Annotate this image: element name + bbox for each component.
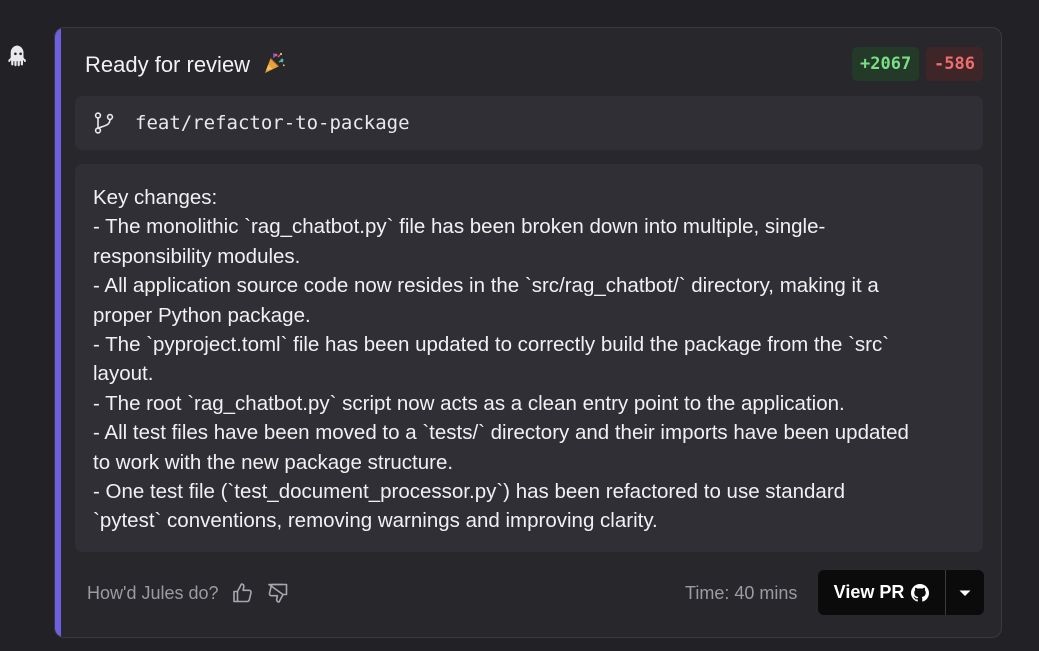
view-pr-button-group: View PR <box>818 570 984 615</box>
caret-down-icon <box>959 590 971 596</box>
card-accent-bar <box>55 28 61 637</box>
summary-line: - All application source code now reside… <box>93 274 879 298</box>
summary-line: `pytest` conventions, removing warnings … <box>93 509 658 533</box>
summary-line: Key changes: <box>93 186 218 209</box>
github-icon <box>911 583 930 602</box>
summary-box: Key changes: - The monolithic `rag_chatb… <box>75 164 983 552</box>
branch-box: feat/refactor-to-package <box>75 96 983 150</box>
additions-count: +2067 <box>852 47 920 81</box>
octopus-icon <box>8 45 26 67</box>
branch-name: feat/refactor-to-package <box>135 112 410 134</box>
summary-line: - The root `rag_chatbot.py` script now a… <box>93 391 845 415</box>
summary-line: - The monolithic `rag_chatbot.py` file h… <box>93 215 826 239</box>
git-branch-icon <box>94 112 114 134</box>
elapsed-time: Time: 40 mins <box>685 583 798 603</box>
view-pr-label: View PR <box>833 582 905 602</box>
thumbs-down-icon[interactable] <box>266 581 290 605</box>
party-popper-icon <box>265 52 286 73</box>
summary-line: responsibility modules. <box>93 244 301 268</box>
summary-line: - The `pyproject.toml` file has been upd… <box>93 333 890 357</box>
summary-line: to work with the new package structure. <box>93 450 454 474</box>
view-pr-button[interactable]: View PR <box>818 570 946 615</box>
card-title: Ready for review <box>85 50 286 80</box>
feedback-label: How'd Jules do? <box>87 583 219 603</box>
card-title-text: Ready for review <box>85 52 251 77</box>
summary-line: - All test files have been moved to a `t… <box>93 421 909 445</box>
deletions-count: -586 <box>926 47 983 81</box>
summary-line: layout. <box>93 362 154 386</box>
task-summary-card: Ready for review +2067 -586 feat/refacto… <box>54 27 1002 638</box>
summary-line: - One test file (`test_document_processo… <box>93 480 846 504</box>
summary-line: proper Python package. <box>93 303 311 327</box>
thumbs-up-icon[interactable] <box>231 581 255 605</box>
view-pr-dropdown-button[interactable] <box>946 570 984 615</box>
